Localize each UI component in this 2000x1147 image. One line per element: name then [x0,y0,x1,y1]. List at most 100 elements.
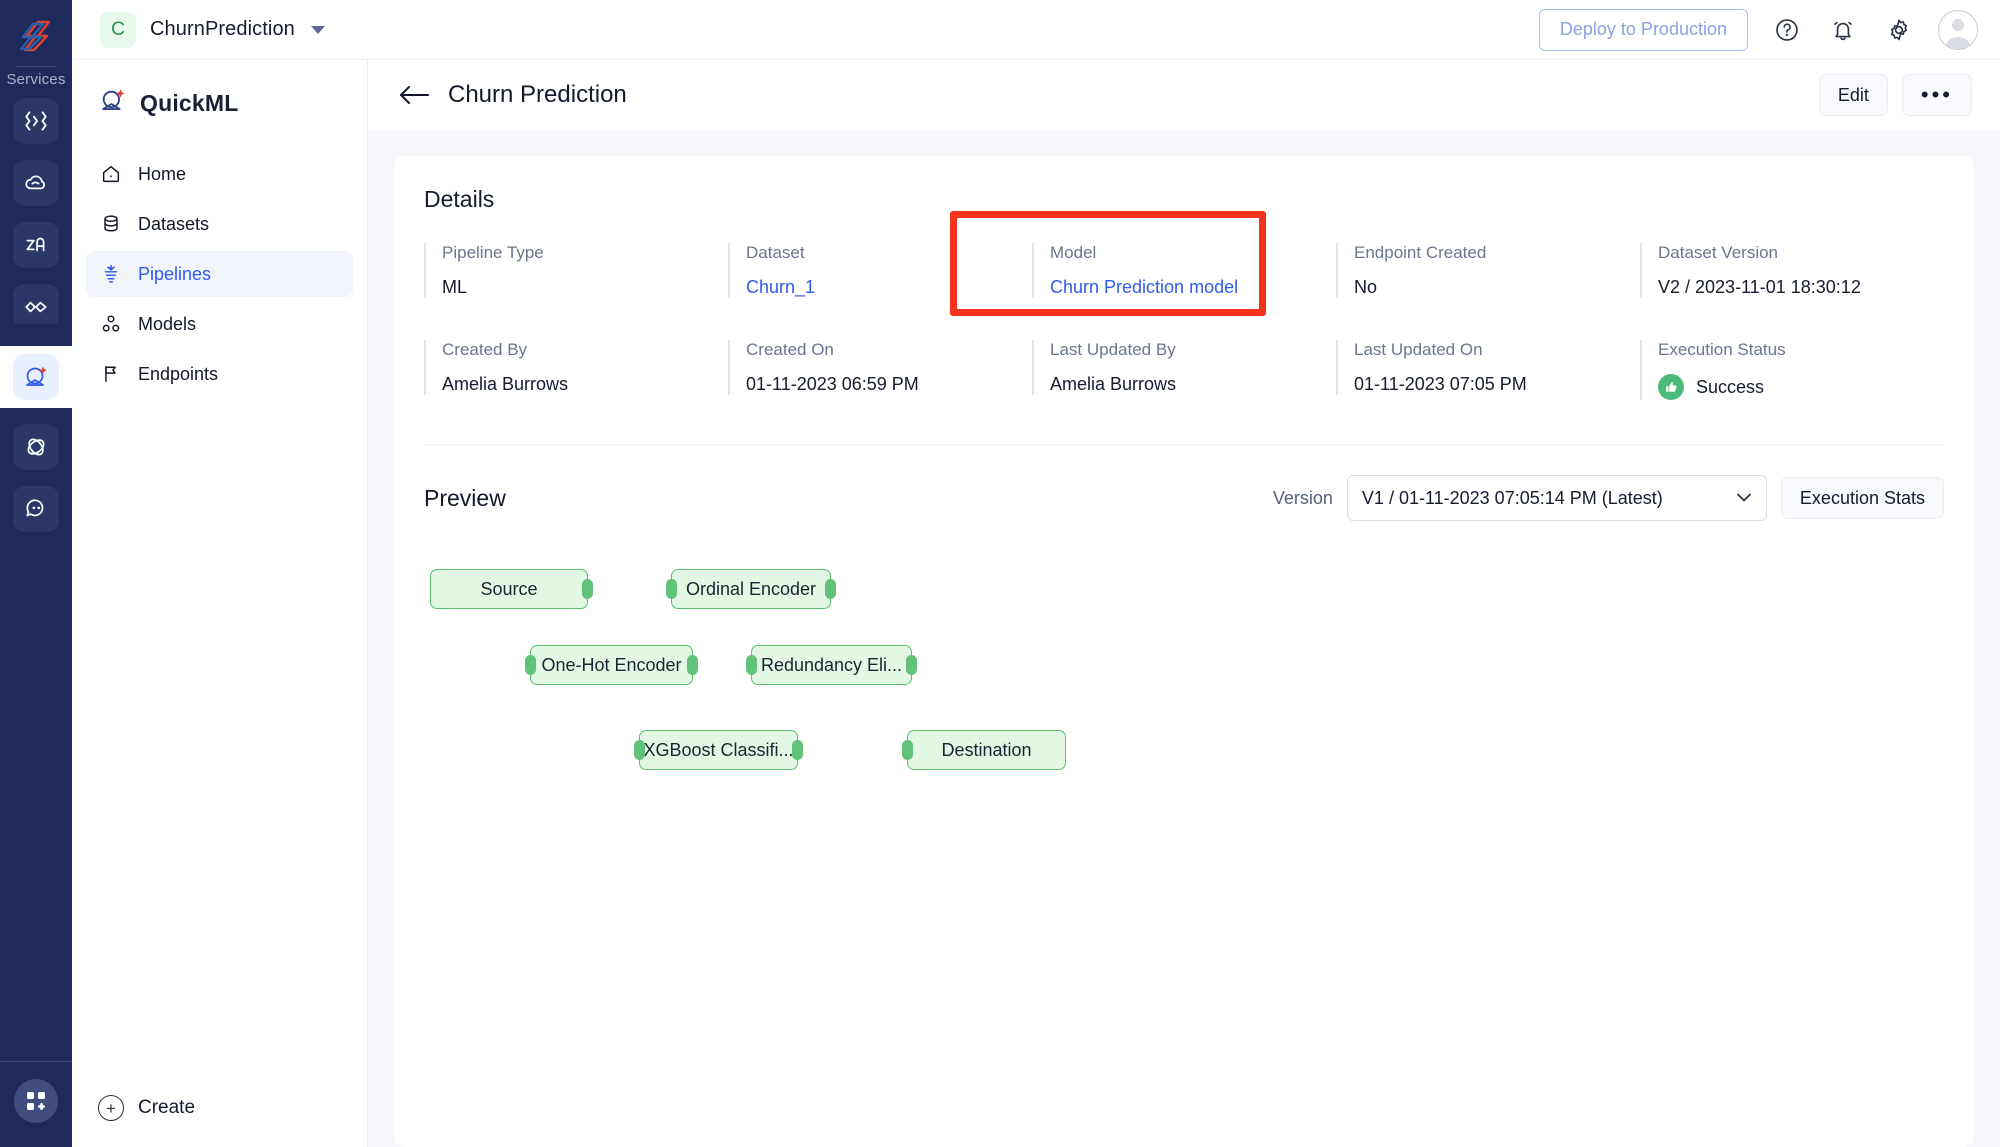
sidebar-item-home[interactable]: Home [86,151,353,197]
deploy-to-production-button[interactable]: Deploy to Production [1539,9,1748,51]
detail-label: Created On [746,340,1018,360]
pipeline-node-label: Ordinal Encoder [686,579,816,600]
details-panel: Details Pipeline Type ML [394,156,1974,1147]
pipeline-node-redundancy-elimination[interactable]: Redundancy Eli... [751,645,912,685]
sidebar-footer: + Create [72,1095,367,1147]
help-circle-icon[interactable] [1770,13,1804,47]
version-select[interactable]: V1 / 01-11-2023 07:05:14 PM (Latest) [1347,475,1767,521]
preview-header: Preview Version V1 / 01-11-2023 07:05:14… [394,445,1974,521]
detail-label: Dataset Version [1658,243,1930,263]
model-link[interactable]: Churn Prediction model [1050,277,1322,298]
node-output-handle[interactable] [582,579,593,599]
flag-icon [100,363,122,385]
services-label: Services [6,71,65,88]
database-icon [100,213,122,235]
node-output-handle[interactable] [792,740,803,760]
detail-value: V2 / 2023-11-01 18:30:12 [1658,277,1930,298]
version-label: Version [1273,488,1333,509]
back-arrow-icon[interactable] [398,80,432,110]
preview-controls: Version V1 / 01-11-2023 07:05:14 PM (Lat… [1273,475,1944,521]
gear-icon[interactable] [1882,13,1916,47]
pipeline-node-source[interactable]: Source [430,569,588,609]
detail-model: Model Churn Prediction model [1032,243,1336,298]
detail-last-updated-on: Last Updated On 01-11-2023 07:05 PM [1336,340,1640,400]
org-avatar: C [100,12,136,48]
service-icon-analytics[interactable] [13,222,59,268]
pipeline-node-one-hot-encoder[interactable]: One-Hot Encoder [530,645,693,685]
org-switcher[interactable]: C ChurnPrediction [100,12,325,48]
dataset-link[interactable]: Churn_1 [746,277,1018,298]
thumbs-up-icon [1658,374,1684,400]
rail-footer [0,1061,72,1147]
node-output-handle[interactable] [687,655,698,675]
node-input-handle[interactable] [525,655,536,675]
detail-label: Execution Status [1658,340,1930,360]
sidebar-item-endpoints[interactable]: Endpoints [86,351,353,397]
detail-last-updated-by: Last Updated By Amelia Burrows [1032,340,1336,400]
detail-value: No [1354,277,1626,298]
pipeline-node-destination[interactable]: Destination [907,730,1066,770]
sidebar-item-models[interactable]: Models [86,301,353,347]
pipeline-node-label: One-Hot Encoder [541,655,681,676]
detail-execution-status: Execution Status Succes [1640,340,1944,400]
pipeline-node-label: Destination [941,740,1031,761]
detail-value: 01-11-2023 07:05 PM [1354,374,1626,395]
chevron-down-icon [1736,490,1752,507]
detail-label: Last Updated On [1354,340,1626,360]
notification-bell-icon[interactable] [1826,13,1860,47]
org-name: ChurnPrediction [150,18,295,41]
quickml-brand-label: QuickML [140,90,239,117]
pipeline-node-ordinal-encoder[interactable]: Ordinal Encoder [671,569,831,609]
pipeline-node-xgboost-classifier[interactable]: XGBoost Classifi... [639,730,798,770]
page-title: Churn Prediction [448,81,627,109]
pipeline-node-label: Source [480,579,537,600]
sidebar-item-pipelines[interactable]: Pipelines [86,251,353,297]
pipeline-node-label: XGBoost Classifi... [643,740,793,761]
window-body: QuickML Home [72,60,2000,1147]
sidebar-nav: Home Datasets [72,141,367,397]
preview-heading: Preview [424,485,506,512]
sidebar-item-label: Datasets [138,214,209,235]
status-badge: Success [1658,374,1930,400]
node-input-handle[interactable] [902,740,913,760]
more-options-button[interactable]: ••• [1902,74,1972,116]
node-output-handle[interactable] [906,655,917,675]
active-service-notch [0,346,72,408]
sidebar-item-label: Home [138,164,186,185]
service-icon-chat-bubble[interactable] [13,486,59,532]
node-input-handle[interactable] [634,740,645,760]
node-input-handle[interactable] [666,579,677,599]
create-label: Create [138,1097,195,1119]
service-icon-code-braces[interactable] [13,98,59,144]
content-area: Churn Prediction Edit ••• Details Pipel [368,60,2000,1147]
detail-dataset-version: Dataset Version V2 / 2023-11-01 18:30:12 [1640,243,1944,298]
quickml-brand: QuickML [72,60,367,141]
caret-down-icon[interactable] [311,26,325,34]
models-nodes-icon [100,313,122,335]
node-output-handle[interactable] [825,579,836,599]
sidebar-item-datasets[interactable]: Datasets [86,201,353,247]
detail-created-on: Created On 01-11-2023 06:59 PM [728,340,1032,400]
sidebar-item-label: Models [138,314,196,335]
execution-stats-button[interactable]: Execution Stats [1781,477,1944,519]
service-icon-cloud-flow[interactable] [13,160,59,206]
page-header: Churn Prediction Edit ••• [368,60,2000,130]
home-icon [100,163,122,185]
service-icon-infinity[interactable] [13,424,59,470]
service-icon-list [0,98,72,532]
details-row-primary: Pipeline Type ML Dataset Churn_1 [394,243,1974,298]
version-select-value: V1 / 01-11-2023 07:05:14 PM (Latest) [1362,488,1663,509]
service-icon-quickml[interactable] [13,354,59,400]
detail-label: Created By [442,340,714,360]
detail-label: Endpoint Created [1354,243,1626,263]
detail-value: Amelia Burrows [442,374,714,395]
node-input-handle[interactable] [746,655,757,675]
apps-grid-add-icon[interactable] [14,1079,58,1123]
zoho-logo-icon[interactable] [13,12,59,60]
detail-label: Dataset [746,243,1018,263]
user-avatar-icon[interactable] [1938,10,1978,50]
quickml-sidebar: QuickML Home [72,60,368,1147]
detail-label: Pipeline Type [442,243,714,263]
create-button[interactable]: + Create [98,1095,195,1121]
edit-button[interactable]: Edit [1819,74,1888,116]
